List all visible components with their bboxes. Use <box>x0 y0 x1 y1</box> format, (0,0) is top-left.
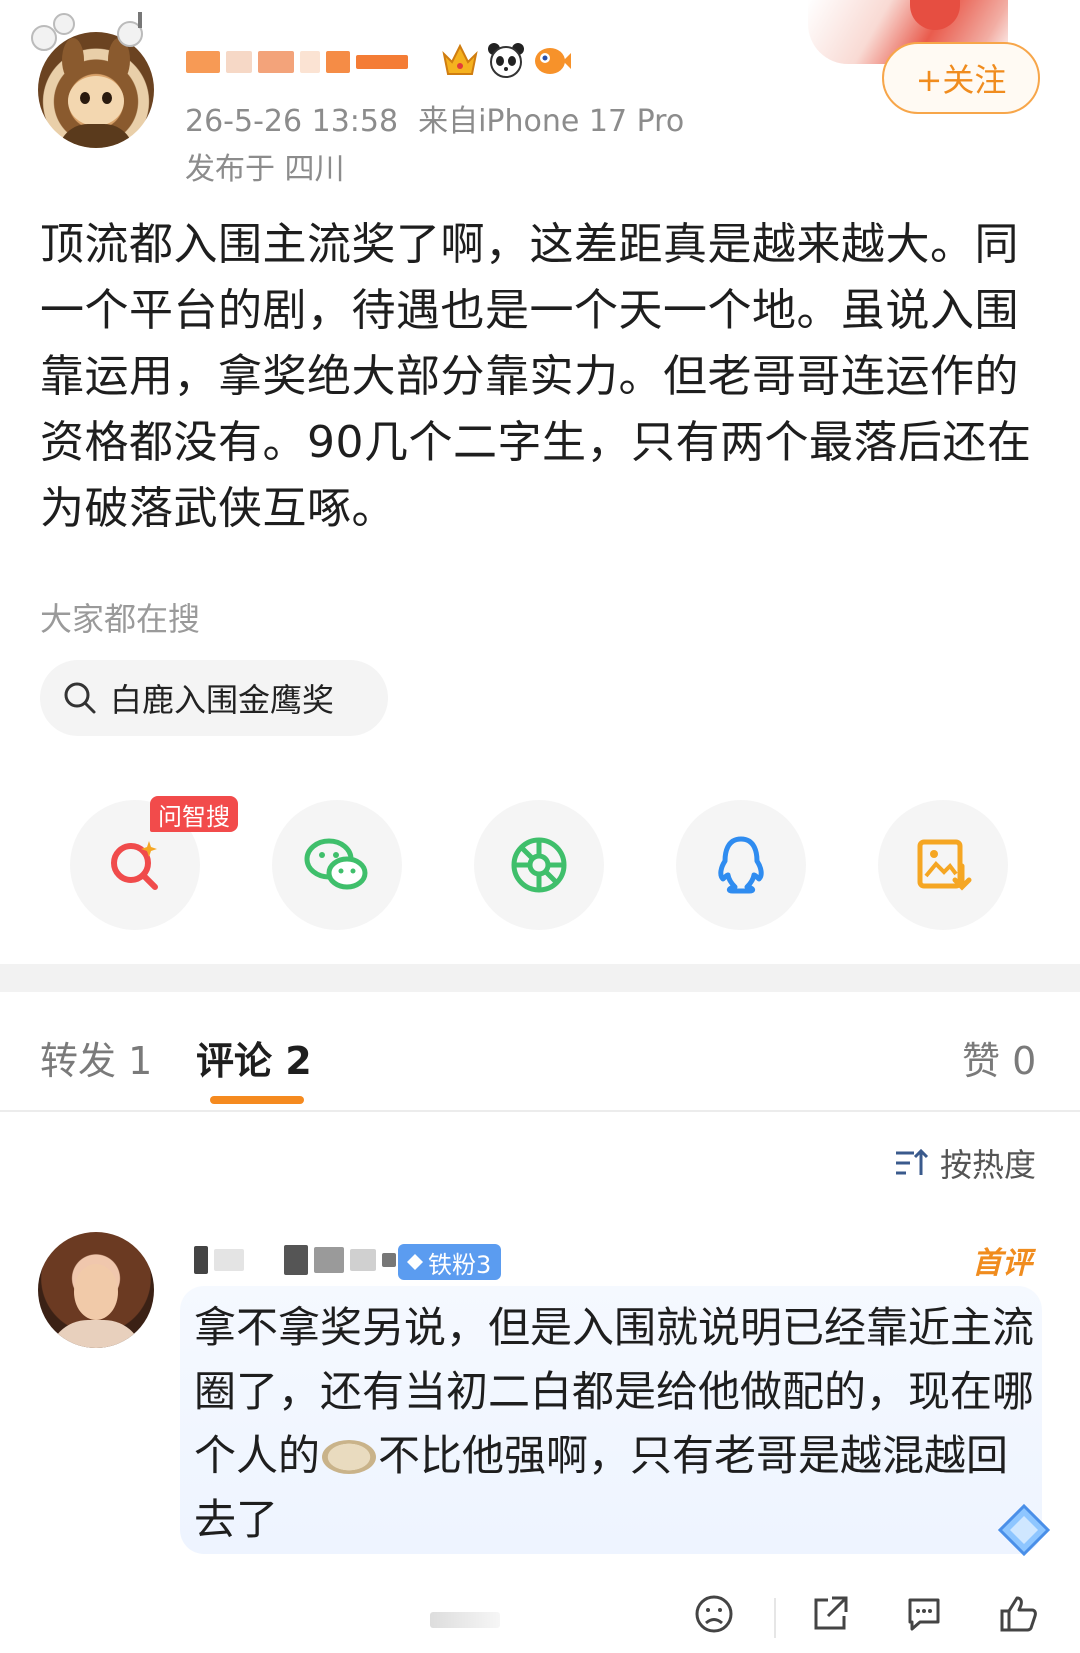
comment-share-button[interactable] <box>810 1594 850 1638</box>
bread-emoji-icon <box>322 1440 377 1474</box>
comment-reply-button[interactable] <box>904 1594 944 1638</box>
ai-search-badge: 问智搜 <box>150 796 238 832</box>
save-image-button[interactable] <box>878 800 1008 930</box>
search-icon <box>64 682 96 714</box>
post-time: 26-5-26 13:58 <box>185 104 399 139</box>
wechat-icon <box>304 838 368 890</box>
post-meta: 26-5-26 13:58 来自iPhone 17 Pro <box>185 96 684 140</box>
comment-emoji-button[interactable] <box>694 1594 734 1638</box>
thumbs-up-icon <box>1000 1596 1037 1632</box>
bubble-diamond-icon <box>997 1503 1051 1557</box>
share-moments-button[interactable] <box>474 800 604 930</box>
hot-search-query: 白鹿入围金鹰奖 <box>110 681 335 719</box>
action-separator <box>774 1598 776 1638</box>
tab-active-indicator <box>210 1096 304 1104</box>
share-icon <box>814 1596 848 1630</box>
section-divider <box>0 964 1080 992</box>
fan-badge-label: 铁粉3 <box>428 1250 492 1279</box>
commenter-avatar[interactable] <box>38 1232 154 1348</box>
comment-text: 拿不拿奖另说，但是入围就说明已经靠近主流圈了，还有当初二白都是给他做配的，现在哪… <box>194 1303 1035 1544</box>
share-wechat-button[interactable] <box>272 800 402 930</box>
author-name-blurred[interactable] <box>186 42 408 82</box>
tab-comment[interactable]: 评论 2 <box>196 1030 312 1085</box>
moments-icon <box>511 837 567 893</box>
iron-fan-badge: 铁粉3 <box>398 1244 502 1280</box>
diamond-icon <box>407 1254 423 1270</box>
tab-like[interactable]: 赞 0 <box>962 1030 1036 1085</box>
post-source: 来自iPhone 17 Pro <box>418 104 685 139</box>
sort-label: 按热度 <box>940 1146 1037 1184</box>
comment-icon <box>908 1598 940 1631</box>
comment-footer-blur <box>430 1612 500 1628</box>
sort-by-hot-button[interactable]: 按热度 <box>894 1140 1036 1186</box>
tab-repost[interactable]: 转发 1 <box>40 1030 152 1085</box>
commenter-name-blurred[interactable] <box>194 1240 396 1280</box>
avatar-pendant-icon <box>31 12 143 51</box>
comment-like-button[interactable] <box>998 1594 1038 1638</box>
follow-button[interactable]: +关注 <box>882 42 1040 114</box>
panda-badge-icon <box>486 40 526 80</box>
tab-bar-divider <box>0 1110 1080 1112</box>
fish-badge-icon <box>532 40 572 80</box>
first-comment-tag: 首评 <box>972 1246 1032 1281</box>
search-ai-icon <box>111 841 158 890</box>
user-badges[interactable] <box>440 40 572 80</box>
sort-icon <box>896 1148 929 1175</box>
hot-search-label: 大家都在搜 <box>40 600 201 638</box>
qq-icon <box>718 836 764 894</box>
hot-search-chip[interactable]: 白鹿入围金鹰奖 <box>40 660 388 736</box>
crown-badge-icon <box>440 40 480 80</box>
post-location: 发布于 四川 <box>185 152 345 187</box>
save-image-icon <box>917 839 972 891</box>
share-qq-button[interactable] <box>676 800 806 930</box>
post-body: 顶流都入围主流奖了啊，这差距真是越来越大。同一个平台的剧，待遇也是一个天一个地。… <box>40 219 1032 534</box>
dislike-face-icon <box>695 1595 733 1633</box>
